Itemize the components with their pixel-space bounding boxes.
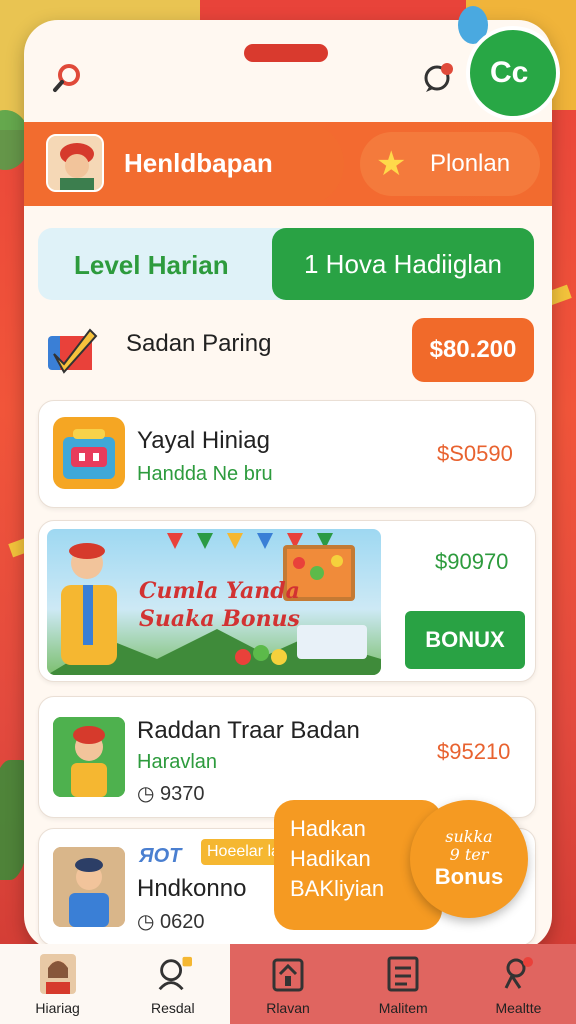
banner-text: Cumla Yanda Suaka Bonus [139,577,300,633]
item-subtitle: Handda Ne bru [137,463,273,485]
app-panel: Henldbapan ★ Plonlan Level Harian 1 Hova… [24,20,552,950]
bonus-circle-small: 9 ter [449,845,489,864]
banner-price: $90970 [435,549,509,574]
nav-item-people[interactable]: Mealtte [460,944,576,1024]
clock-icon: ◷ [137,911,155,933]
item-title: Hndkonno [137,875,247,902]
item-price: $95210 [437,739,511,764]
banner-line: Suaka Bonus [139,606,300,632]
people-icon [499,954,537,994]
level-row: Level Harian 1 Hova Hadiiglan [38,228,534,300]
nav-label: Hiariag [35,1000,80,1016]
item-subtitle: Haravlan [137,751,218,773]
promo-text: Hadkan Hadikan BAKliyian [290,814,384,904]
price-button[interactable]: $80.200 [412,318,534,382]
banner-line: Cumla Yanda [139,578,300,604]
item-count-row: ◷ 9370 [137,781,205,806]
chat-icon[interactable] [418,58,458,98]
document-icon [384,954,422,994]
promo-tab-label: Plonlan [430,150,511,177]
nav-item-home[interactable]: Rlavan [230,944,346,1024]
bonus-banner[interactable]: Cumla Yanda Suaka Bonus $90970 BONUX [38,520,536,682]
character-image [53,717,125,797]
item-price: $S0590 [437,441,513,466]
header-banner: Henldbapan ★ Plonlan [24,122,552,206]
app-badge-label: Cc [490,56,529,89]
avatar [46,134,104,192]
gift-box-icon [53,417,125,489]
nav-item-profile[interactable]: Hiariag [0,944,116,1024]
header-profile[interactable]: Henldbapan [24,122,344,206]
nav-label: Malitem [378,1000,428,1016]
bonus-circle-button[interactable]: sukka 9 ter Bonus [410,800,528,918]
search-icon[interactable] [48,58,88,98]
promo-line: BAKliyian [290,876,385,901]
promo-line: Hadikan [290,846,371,871]
hot-tag: ЯOT [139,845,182,867]
nav-label: Mealtte [495,1000,542,1016]
bonus-button[interactable]: BONUX [405,611,525,669]
nav-item-documents[interactable]: Malitem [345,944,461,1024]
nav-item-user[interactable]: Resdal [115,944,231,1024]
bottom-nav: Hiariag Resdal Rlavan Malitem Mealtte [0,944,576,1024]
character-image [53,847,125,927]
nav-label: Rlavan [266,1000,310,1016]
banner-image: Cumla Yanda Suaka Bonus [47,529,381,675]
profile-icon [39,954,77,994]
level-label: Level Harian [74,250,229,280]
user-icon [154,954,192,994]
star-icon: ★ [376,145,407,183]
item-title: Raddan Traar Badan [137,717,360,744]
header-title: Henldbapan [124,148,273,178]
bonus-circle-label: Bonus [434,864,504,889]
item-count: 0620 [160,911,205,933]
item-title: Yayal Hiniag [137,427,270,454]
home-icon [269,954,307,994]
item-count: 9370 [160,783,205,805]
reward-button[interactable]: 1 Hova Hadiiglan [272,228,534,300]
app-badge[interactable]: Cc [466,26,560,120]
promo-line: Hadkan [290,816,366,841]
pencil-icon [46,324,100,378]
nav-label: Resdal [151,1000,195,1016]
clock-icon: ◷ [137,783,155,805]
promo-tab[interactable]: ★ Plonlan [360,132,540,196]
item-count-row: ◷ 0620 [137,909,205,934]
bonus-circle-small: sukka [445,827,493,846]
list-item[interactable]: Yayal Hiniag Handda Ne bru $S0590 [38,400,536,508]
daily-title: Sadan Paring [126,330,272,357]
daily-row: Sadan Paring $80.200 [38,316,534,386]
